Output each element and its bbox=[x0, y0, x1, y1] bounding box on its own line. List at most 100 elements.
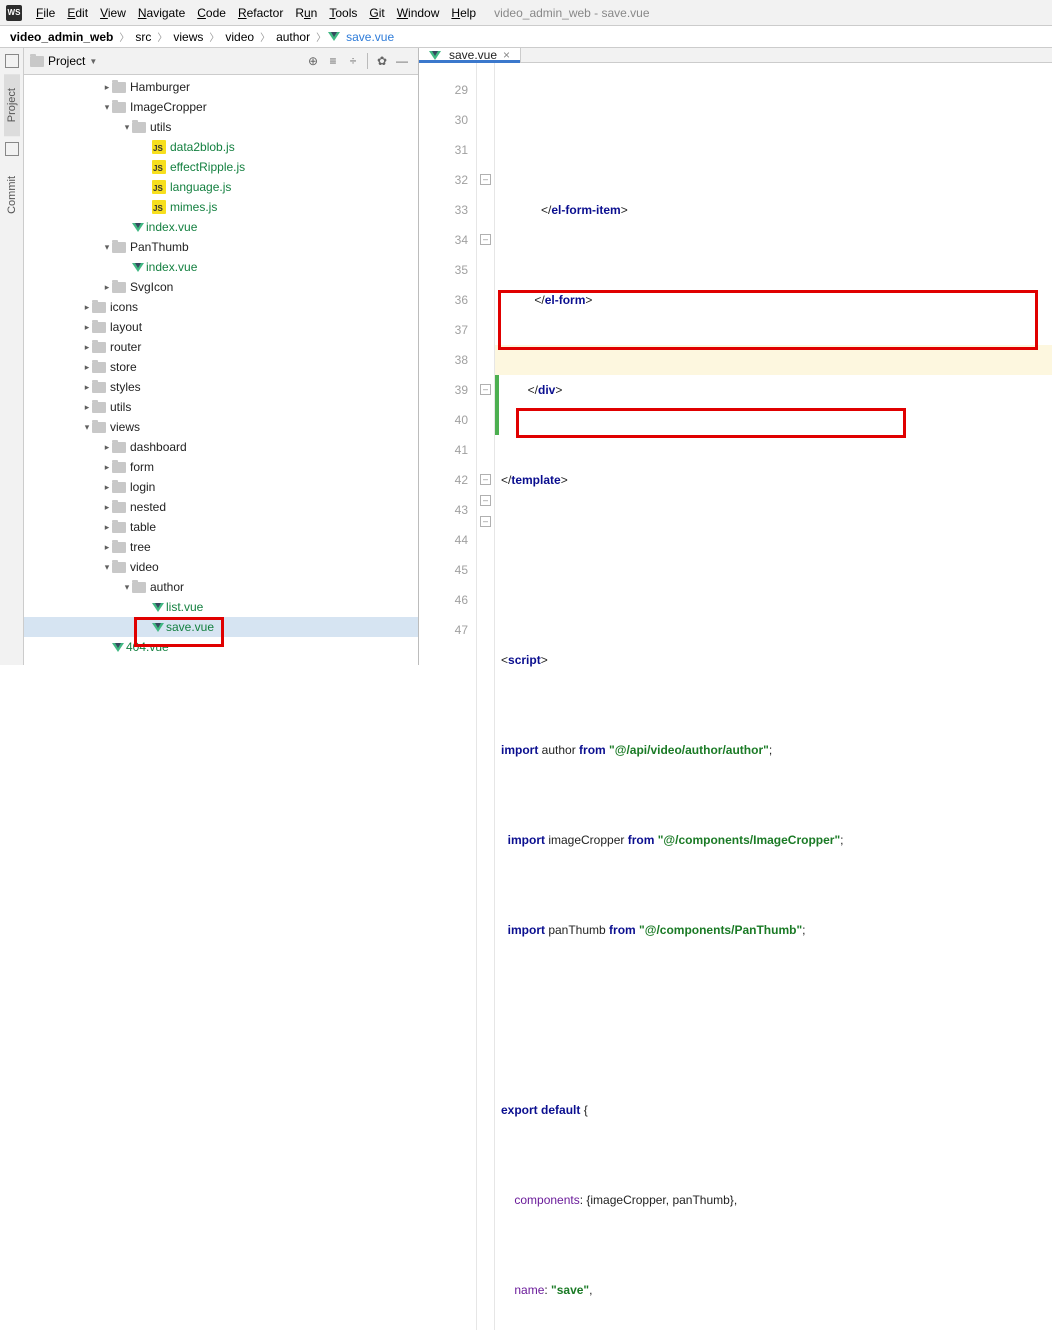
tree-folder[interactable]: ▸tree bbox=[24, 537, 418, 557]
fold-gutter: – – – – – – bbox=[477, 63, 495, 1330]
app-icon: WS bbox=[6, 5, 22, 21]
crumb-video[interactable]: video bbox=[221, 30, 258, 44]
chevron-right-icon: 〉 bbox=[207, 29, 221, 44]
tree-folder[interactable]: ▸login bbox=[24, 477, 418, 497]
folder-icon bbox=[112, 242, 126, 253]
expand-all-icon[interactable]: ≡ bbox=[325, 53, 341, 69]
editor-tab-save[interactable]: save.vue × bbox=[419, 48, 521, 62]
gutter-tab-project[interactable]: Project bbox=[4, 74, 20, 136]
tree-folder[interactable]: ▸nested bbox=[24, 497, 418, 517]
tree-file[interactable]: JSlanguage.js bbox=[24, 177, 418, 197]
project-tool-icon[interactable] bbox=[5, 54, 19, 68]
select-opened-file-icon[interactable]: ⊕ bbox=[305, 53, 321, 69]
folder-icon bbox=[112, 282, 126, 293]
tree-folder[interactable]: ▸SvgIcon bbox=[24, 277, 418, 297]
menu-run[interactable]: Run bbox=[289, 4, 323, 22]
tree-folder[interactable]: ▾video bbox=[24, 557, 418, 577]
code-editor[interactable]: 293031 323334 353637 383940 414243 44454… bbox=[419, 63, 1052, 1330]
tree-folder[interactable]: ▸layout bbox=[24, 317, 418, 337]
collapse-all-icon[interactable]: ÷ bbox=[345, 53, 361, 69]
vue-file-icon bbox=[132, 223, 144, 232]
vcs-change-marker bbox=[495, 375, 499, 435]
folder-icon bbox=[112, 522, 126, 533]
crumb-src[interactable]: src bbox=[131, 30, 155, 44]
tree-folder[interactable]: ▾ImageCropper bbox=[24, 97, 418, 117]
tree-file[interactable]: index.vue bbox=[24, 257, 418, 277]
tree-file[interactable]: 404.vue bbox=[24, 637, 418, 657]
crumb-project[interactable]: video_admin_web bbox=[6, 30, 117, 44]
chevron-right-icon: 〉 bbox=[117, 29, 131, 44]
folder-icon bbox=[112, 562, 126, 573]
fold-marker-icon[interactable]: – bbox=[480, 174, 491, 185]
breadcrumb: video_admin_web 〉 src 〉 views 〉 video 〉 … bbox=[0, 26, 1052, 48]
tree-folder[interactable]: ▾author bbox=[24, 577, 418, 597]
menu-navigate[interactable]: Navigate bbox=[132, 4, 191, 22]
project-panel-header: Project ▼ ⊕ ≡ ÷ ✿ — bbox=[24, 48, 418, 75]
folder-icon bbox=[112, 482, 126, 493]
tree-file[interactable]: list.vue bbox=[24, 597, 418, 617]
menu-window[interactable]: Window bbox=[391, 4, 446, 22]
tree-folder[interactable]: ▸styles bbox=[24, 377, 418, 397]
tree-file[interactable]: JSdata2blob.js bbox=[24, 137, 418, 157]
fold-marker-icon[interactable]: – bbox=[480, 495, 491, 506]
folder-icon bbox=[92, 362, 106, 373]
tree-file[interactable]: JSmimes.js bbox=[24, 197, 418, 217]
menu-view[interactable]: View bbox=[94, 4, 132, 22]
fold-marker-icon[interactable]: – bbox=[480, 234, 491, 245]
folder-icon bbox=[92, 402, 106, 413]
vue-file-icon bbox=[328, 32, 340, 41]
fold-marker-icon[interactable]: – bbox=[480, 384, 491, 395]
project-tree[interactable]: ▸Hamburger ▾ImageCropper ▾utils JSdata2b… bbox=[24, 75, 418, 665]
folder-icon bbox=[112, 462, 126, 473]
code-text[interactable]: </el-form-item> </el-form> </div> </temp… bbox=[495, 63, 1052, 1330]
menu-file[interactable]: File bbox=[30, 4, 61, 22]
tree-file[interactable]: JSeffectRipple.js bbox=[24, 157, 418, 177]
tree-folder[interactable]: ▾PanThumb bbox=[24, 237, 418, 257]
commit-tool-icon[interactable] bbox=[5, 142, 19, 156]
js-file-icon: JS bbox=[152, 200, 166, 214]
tree-folder[interactable]: ▸dashboard bbox=[24, 437, 418, 457]
vue-file-icon bbox=[152, 623, 164, 632]
crumb-author[interactable]: author bbox=[272, 30, 314, 44]
tree-folder[interactable]: ▸form bbox=[24, 457, 418, 477]
tree-folder[interactable]: ▸router bbox=[24, 337, 418, 357]
menu-help[interactable]: Help bbox=[445, 4, 482, 22]
tree-folder[interactable]: ▸icons bbox=[24, 297, 418, 317]
menu-code[interactable]: Code bbox=[191, 4, 232, 22]
project-panel: Project ▼ ⊕ ≡ ÷ ✿ — ▸Hamburger ▾ImageCro… bbox=[24, 48, 419, 665]
menu-refactor[interactable]: Refactor bbox=[232, 4, 289, 22]
crumb-file[interactable]: save.vue bbox=[342, 30, 398, 44]
tree-folder[interactable]: ▸store bbox=[24, 357, 418, 377]
divider bbox=[367, 53, 368, 69]
project-view-dropdown-icon[interactable]: ▼ bbox=[89, 57, 97, 66]
settings-gear-icon[interactable]: ✿ bbox=[374, 53, 390, 69]
project-view-title[interactable]: Project bbox=[48, 54, 85, 68]
project-folder-icon bbox=[30, 56, 44, 67]
tree-folder[interactable]: ▸table bbox=[24, 517, 418, 537]
hide-panel-icon[interactable]: — bbox=[394, 53, 410, 69]
chevron-right-icon: 〉 bbox=[155, 29, 169, 44]
tree-folder[interactable]: ▸Hamburger bbox=[24, 77, 418, 97]
vue-file-icon bbox=[112, 643, 124, 652]
tree-file-selected[interactable]: save.vue bbox=[24, 617, 418, 637]
gutter-tab-commit[interactable]: Commit bbox=[4, 162, 20, 228]
window-title: video_admin_web - save.vue bbox=[494, 6, 649, 20]
js-file-icon: JS bbox=[152, 180, 166, 194]
editor-column: save.vue × 293031 323334 353637 383940 4… bbox=[419, 48, 1052, 665]
tree-file[interactable]: index.vue bbox=[24, 217, 418, 237]
folder-icon bbox=[132, 122, 146, 133]
fold-marker-icon[interactable]: – bbox=[480, 474, 491, 485]
folder-icon bbox=[112, 102, 126, 113]
menu-tools[interactable]: Tools bbox=[323, 4, 363, 22]
tree-folder[interactable]: ▾views bbox=[24, 417, 418, 437]
crumb-views[interactable]: views bbox=[169, 30, 207, 44]
folder-icon bbox=[112, 542, 126, 553]
vue-file-icon bbox=[152, 603, 164, 612]
fold-marker-icon[interactable]: – bbox=[480, 516, 491, 527]
line-number-gutter: 293031 323334 353637 383940 414243 44454… bbox=[419, 63, 477, 1330]
menu-edit[interactable]: Edit bbox=[61, 4, 94, 22]
folder-icon bbox=[92, 302, 106, 313]
menu-git[interactable]: Git bbox=[363, 4, 390, 22]
tree-folder[interactable]: ▸utils bbox=[24, 397, 418, 417]
tree-folder[interactable]: ▾utils bbox=[24, 117, 418, 137]
